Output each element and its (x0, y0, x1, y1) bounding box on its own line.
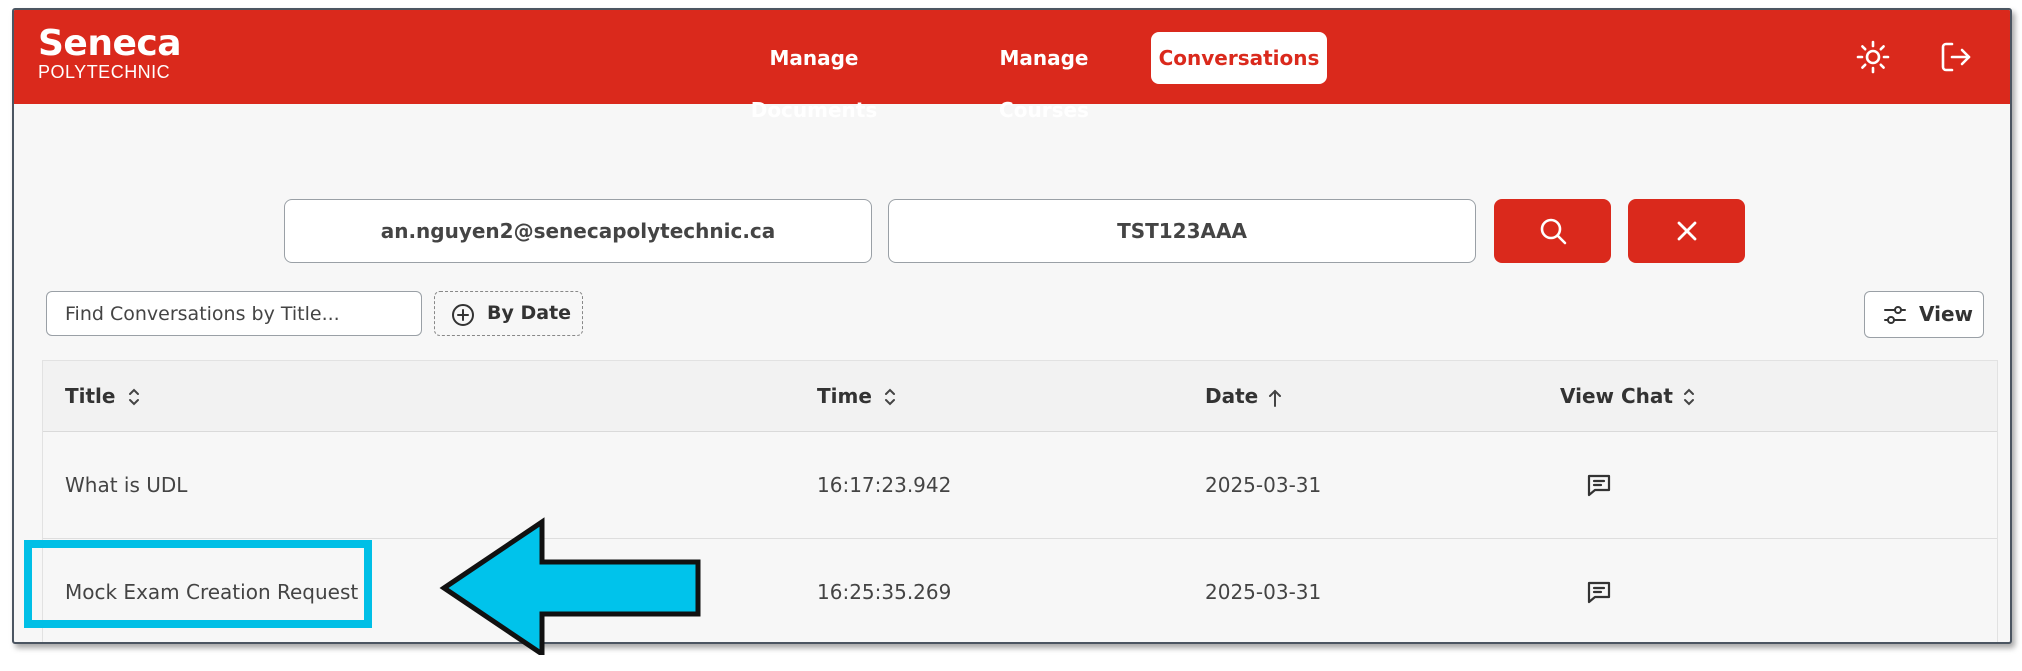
nav-manage-courses[interactable]: Manage Courses (954, 32, 1134, 122)
row-date: 2025-03-31 (1205, 473, 1322, 497)
highlight-box (24, 540, 372, 628)
sort-icon (1684, 388, 1694, 406)
nav-conversations[interactable]: Conversations (1151, 32, 1327, 84)
plus-circle-icon (452, 304, 474, 326)
view-options-button[interactable]: View (1864, 291, 1984, 338)
sliders-icon (1884, 306, 1906, 324)
clear-button[interactable] (1628, 199, 1745, 263)
close-icon (1677, 221, 1697, 241)
row-time: 16:17:23.942 (817, 473, 952, 497)
find-conversations-input[interactable]: Find Conversations by Title... (46, 291, 422, 336)
top-navigation-bar: Seneca POLYTECHNIC Manage Documents Mana… (14, 10, 2010, 122)
column-header-date[interactable]: Date (1205, 361, 1305, 431)
pointer-arrow-icon (439, 517, 701, 655)
column-header-title[interactable]: Title (65, 361, 165, 431)
column-label: Date (1205, 384, 1259, 408)
table-row[interactable]: What is UDL 16:17:23.942 2025-03-31 (43, 432, 1997, 539)
sort-icon (129, 388, 139, 406)
logo-wordmark: Seneca (38, 23, 182, 64)
logout-icon[interactable] (1939, 40, 1973, 74)
row-title: What is UDL (65, 473, 188, 497)
view-label: View (1919, 302, 1974, 326)
sun-icon[interactable] (1856, 40, 1890, 74)
column-header-view-chat[interactable]: View Chat (1560, 361, 1720, 431)
chat-icon[interactable] (1586, 472, 1612, 498)
row-date: 2025-03-31 (1205, 580, 1322, 604)
column-label: View Chat (1560, 384, 1673, 408)
by-date-filter-button[interactable]: By Date (434, 291, 583, 336)
course-code-field[interactable]: TST123AAA (888, 199, 1476, 263)
search-icon (1540, 218, 1567, 245)
table-header: Title Time Date View Chat (43, 361, 1997, 432)
seneca-logo[interactable]: Seneca POLYTECHNIC (38, 23, 182, 82)
email-field[interactable]: an.nguyen2@senecapolytechnic.ca (284, 199, 872, 263)
by-date-label: By Date (487, 302, 572, 324)
column-label: Title (65, 384, 116, 408)
sort-icon (885, 388, 895, 406)
sort-ascending-icon (1269, 389, 1281, 407)
search-button[interactable] (1494, 199, 1611, 263)
logo-subtitle: POLYTECHNIC (38, 62, 171, 82)
chat-icon[interactable] (1586, 579, 1612, 605)
nav-manage-documents[interactable]: Manage Documents (714, 32, 914, 122)
column-header-time[interactable]: Time (817, 361, 917, 431)
row-time: 16:25:35.269 (817, 580, 952, 604)
column-label: Time (817, 384, 872, 408)
